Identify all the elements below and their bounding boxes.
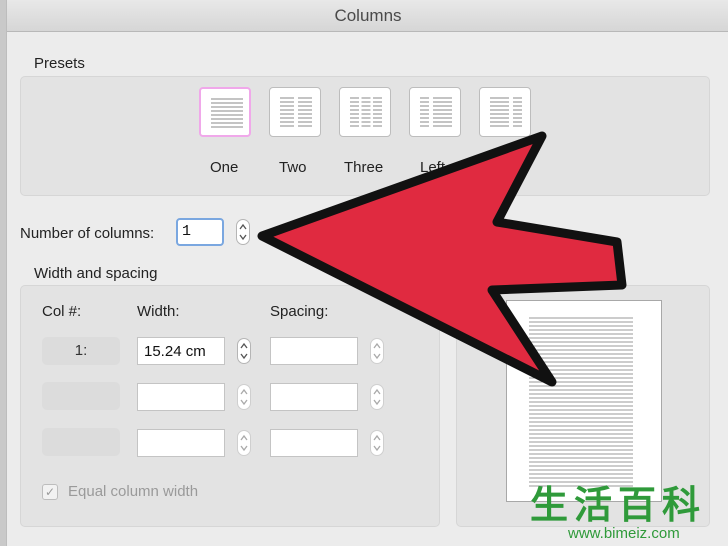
red-arrow-annotation bbox=[257, 131, 627, 387]
watermark-chars: 生活百科 bbox=[530, 483, 707, 527]
watermark: 生活百科 www.bimeiz.com bbox=[524, 483, 728, 546]
watermark-url: www.bimeiz.com bbox=[568, 525, 680, 542]
